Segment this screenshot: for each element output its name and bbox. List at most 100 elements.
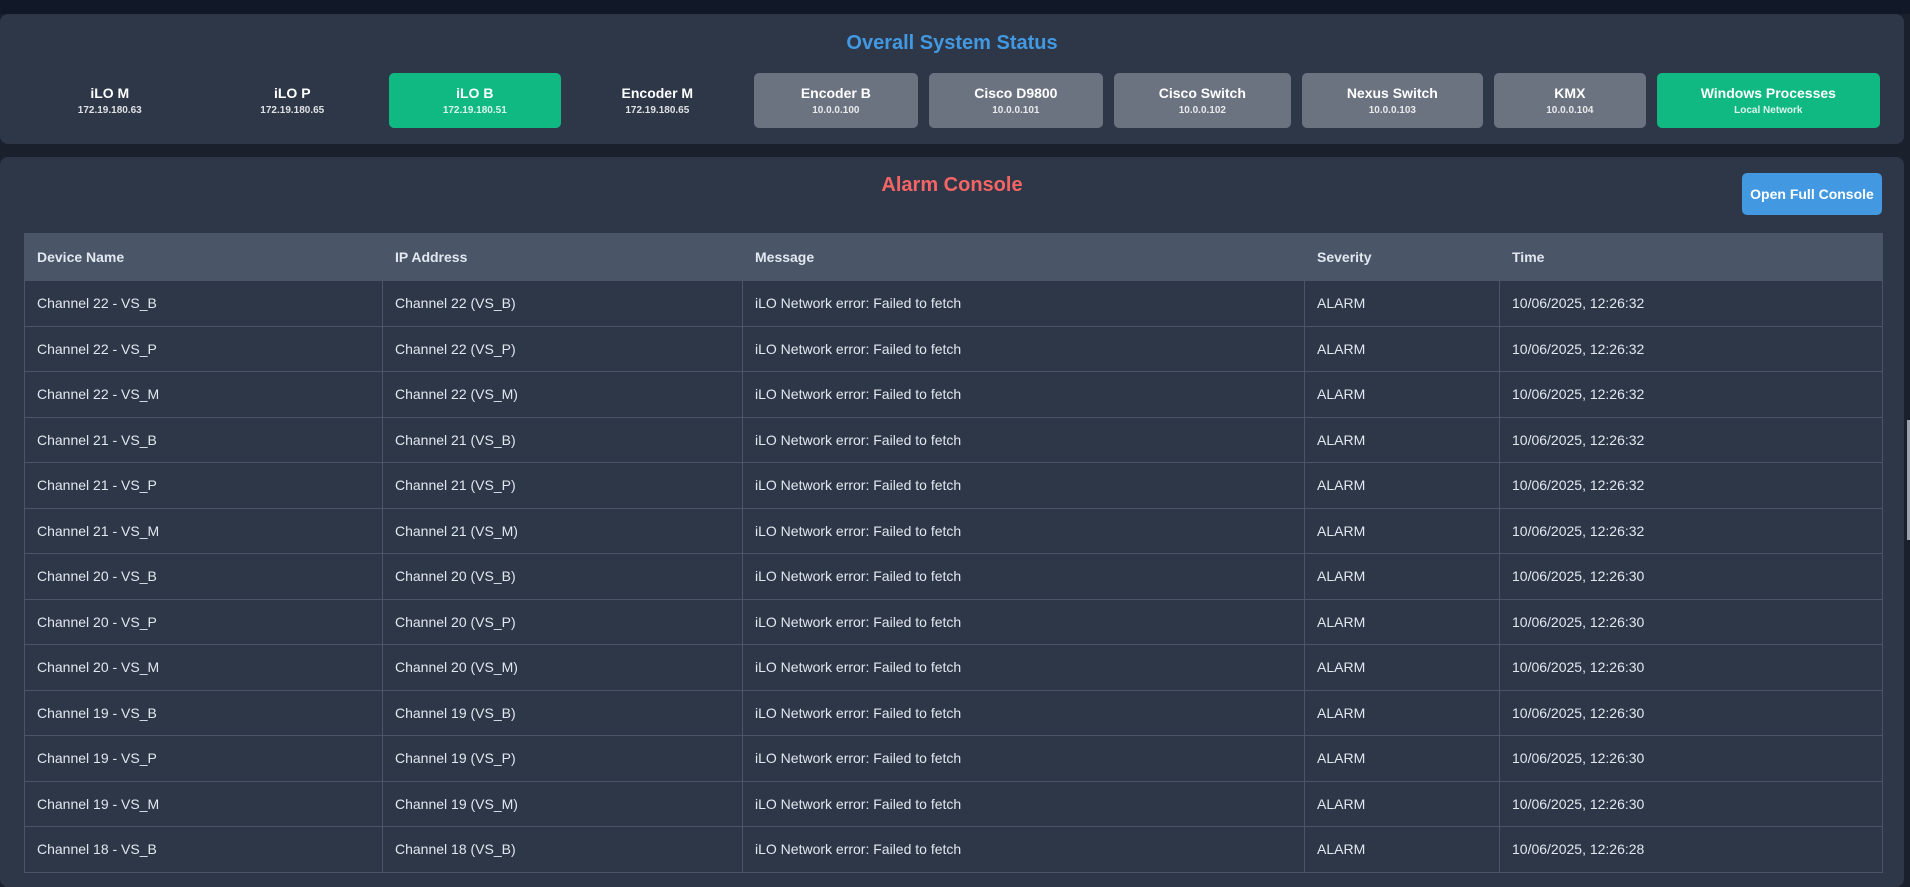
status-tile-ip: 10.0.0.101 [992,104,1040,116]
table-row[interactable]: Channel 22 - VS_P Channel 22 (VS_P) iLO Ne… [24,325,1883,372]
device-name-cell: Channel 21 - VS_P [24,462,383,509]
device-name-cell: Channel 19 - VS_B [24,689,383,736]
device-name-cell: Channel 22 - VS_P [24,325,383,372]
message-cell: iLO Network error: Failed to fetch [742,462,1305,509]
status-tile-ilo-m[interactable]: iLO M 172.19.180.63 [24,73,196,128]
table-row[interactable]: Channel 19 - VS_B Channel 19 (VS_B) iLO Ne… [24,689,1883,736]
severity-cell: ALARM [1304,553,1500,600]
top-bar [0,0,1910,14]
status-tile-windows-processes[interactable]: Windows Processes Local Network [1656,73,1880,128]
status-tile-name: Windows Processes [1700,84,1836,101]
status-tile-ip: 10.0.0.103 [1368,104,1416,116]
status-tile-ip: Local Network [1734,104,1803,116]
table-row[interactable]: Channel 18 - VS_B Channel 18 (VS_B) iLO Ne… [24,826,1883,873]
status-tiles: iLO M 172.19.180.63 iLO P 172.19.180.65 iLO … [24,73,1880,128]
status-tile-ip: 10.0.0.102 [1178,104,1226,116]
table-row[interactable]: Channel 19 - VS_M Channel 19 (VS_M) iLO Ne… [24,780,1883,827]
status-tile-cisco-d9800[interactable]: Cisco D9800 10.0.0.101 [928,73,1104,128]
status-tile-kmx[interactable]: KMX 10.0.0.104 [1494,73,1646,128]
alarm-table-body: Channel 22 - VS_B Channel 22 (VS_B) iLO Ne… [24,280,1883,873]
column-header-ip-address[interactable]: IP Address [382,233,743,281]
severity-cell: ALARM [1304,416,1500,463]
device-name-cell: Channel 20 - VS_P [24,598,383,645]
table-row[interactable]: Channel 22 - VS_B Channel 22 (VS_B) iLO Ne… [24,280,1883,327]
system-status-title: Overall System Status [846,32,1058,54]
table-row[interactable]: Channel 20 - VS_B Channel 20 (VS_B) iLO Ne… [24,553,1883,600]
table-row[interactable]: Channel 21 - VS_P Channel 21 (VS_P) iLO Ne… [24,462,1883,509]
device-name-cell: Channel 19 - VS_P [24,735,383,782]
ip-address-cell: Channel 21 (VS_M) [382,507,743,554]
table-row[interactable]: Channel 22 - VS_M Channel 22 (VS_M) iLO Ne… [24,371,1883,418]
severity-cell: ALARM [1304,598,1500,645]
severity-cell: ALARM [1304,371,1500,418]
status-tile-ip: 10.0.0.100 [812,104,860,116]
alarm-table-header: Device Name IP Address Message Severity … [24,233,1883,281]
ip-address-cell: Channel 21 (VS_P) [382,462,743,509]
status-tile-ilo-b[interactable]: iLO B 172.19.180.51 [389,73,561,128]
time-cell: 10/06/2025, 12:26:32 [1499,416,1883,463]
time-cell: 10/06/2025, 12:26:30 [1499,644,1883,691]
status-tile-nexus-switch[interactable]: Nexus Switch 10.0.0.103 [1301,73,1484,128]
time-cell: 10/06/2025, 12:26:32 [1499,325,1883,372]
status-tile-ip: 172.19.180.65 [260,104,325,116]
severity-cell: ALARM [1304,735,1500,782]
time-cell: 10/06/2025, 12:26:30 [1499,689,1883,736]
device-name-cell: Channel 19 - VS_M [24,780,383,827]
ip-address-cell: Channel 18 (VS_B) [382,826,743,873]
severity-cell: ALARM [1304,780,1500,827]
device-name-cell: Channel 20 - VS_M [24,644,383,691]
status-tile-encoder-m[interactable]: Encoder M 172.19.180.65 [572,73,744,128]
message-cell: iLO Network error: Failed to fetch [742,553,1305,600]
ip-address-cell: Channel 20 (VS_B) [382,553,743,600]
severity-cell: ALARM [1304,507,1500,554]
status-tile-encoder-b[interactable]: Encoder B 10.0.0.100 [754,73,918,128]
status-tile-name: Cisco Switch [1158,84,1246,101]
column-header-severity[interactable]: Severity [1304,233,1500,281]
device-name-cell: Channel 20 - VS_B [24,553,383,600]
table-row[interactable]: Channel 21 - VS_B Channel 21 (VS_B) iLO Ne… [24,416,1883,463]
status-tile-name: Encoder B [800,84,871,101]
time-cell: 10/06/2025, 12:26:32 [1499,462,1883,509]
time-cell: 10/06/2025, 12:26:30 [1499,780,1883,827]
status-tile-name: Nexus Switch [1346,84,1438,101]
table-row[interactable]: Channel 20 - VS_P Channel 20 (VS_P) iLO Ne… [24,598,1883,645]
column-header-time[interactable]: Time [1499,233,1883,281]
table-row[interactable]: Channel 19 - VS_P Channel 19 (VS_P) iLO Ne… [24,735,1883,782]
ip-address-cell: Channel 19 (VS_P) [382,735,743,782]
status-tile-ilo-p[interactable]: iLO P 172.19.180.65 [207,73,379,128]
status-tile-name: iLO P [273,84,311,101]
device-name-cell: Channel 21 - VS_M [24,507,383,554]
system-status-panel: Overall System Status iLO M 172.19.180.63… [0,14,1904,144]
ip-address-cell: Channel 21 (VS_B) [382,416,743,463]
ip-address-cell: Channel 20 (VS_M) [382,644,743,691]
alarm-console-panel: Alarm Console Open Full Console Device N… [0,157,1904,887]
device-name-cell: Channel 22 - VS_M [24,371,383,418]
severity-cell: ALARM [1304,280,1500,327]
message-cell: iLO Network error: Failed to fetch [742,735,1305,782]
severity-cell: ALARM [1304,689,1500,736]
time-cell: 10/06/2025, 12:26:32 [1499,371,1883,418]
time-cell: 10/06/2025, 12:26:30 [1499,598,1883,645]
column-header-device-name[interactable]: Device Name [24,233,383,281]
status-tile-ip: 172.19.180.65 [625,104,690,116]
device-name-cell: Channel 21 - VS_B [24,416,383,463]
table-row[interactable]: Channel 21 - VS_M Channel 21 (VS_M) iLO Ne… [24,507,1883,554]
open-full-console-button[interactable]: Open Full Console [1742,173,1882,215]
severity-cell: ALARM [1304,826,1500,873]
severity-cell: ALARM [1304,325,1500,372]
alarm-console-title: Alarm Console [881,174,1023,196]
message-cell: iLO Network error: Failed to fetch [742,325,1305,372]
status-tile-name: Cisco D9800 [974,84,1058,101]
message-cell: iLO Network error: Failed to fetch [742,507,1305,554]
ip-address-cell: Channel 20 (VS_P) [382,598,743,645]
time-cell: 10/06/2025, 12:26:30 [1499,553,1883,600]
alarm-table: Device Name IP Address Message Severity … [24,233,1883,873]
table-row[interactable]: Channel 20 - VS_M Channel 20 (VS_M) iLO Ne… [24,644,1883,691]
time-cell: 10/06/2025, 12:26:32 [1499,280,1883,327]
column-header-message[interactable]: Message [742,233,1305,281]
status-tile-name: iLO B [456,84,494,101]
message-cell: iLO Network error: Failed to fetch [742,644,1305,691]
status-tile-name: iLO M [90,84,130,101]
status-tile-cisco-switch[interactable]: Cisco Switch 10.0.0.102 [1114,73,1291,128]
time-cell: 10/06/2025, 12:26:28 [1499,826,1883,873]
